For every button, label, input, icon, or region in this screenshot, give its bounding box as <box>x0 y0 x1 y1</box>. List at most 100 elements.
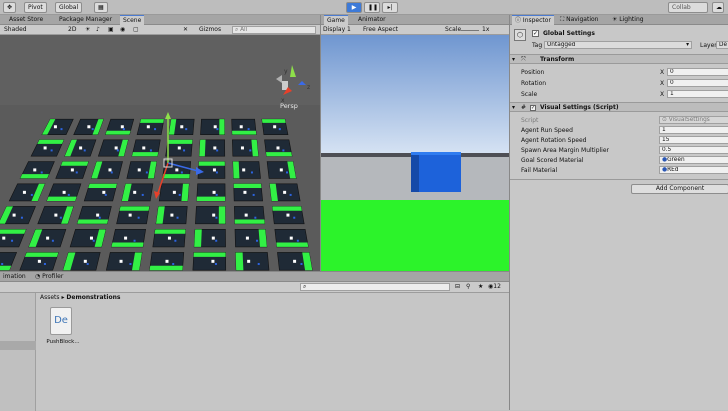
hand-tool-button[interactable]: ✥ <box>3 2 17 13</box>
tab-lighting[interactable]: ☀ Lighting <box>609 15 647 25</box>
pause-button[interactable]: ❚❚ <box>364 2 380 13</box>
training-area-tile[interactable] <box>111 229 147 248</box>
training-area-tile[interactable] <box>158 183 190 202</box>
display-dropdown[interactable]: Display 1 <box>323 25 351 35</box>
breadcrumb-demonstrations[interactable]: Demonstrations <box>66 294 120 301</box>
tab-navigation[interactable]: ⛶ Navigation <box>557 15 601 25</box>
training-area-tile[interactable] <box>234 229 268 248</box>
tools-icon[interactable]: ✕ <box>183 25 188 35</box>
tab-package-manager[interactable]: Package Manager <box>56 15 115 25</box>
step-button[interactable]: ▸| <box>382 2 398 13</box>
position-x-field[interactable]: 0 <box>667 68 728 76</box>
training-area-tile[interactable] <box>131 139 161 157</box>
tab-asset-store[interactable]: Asset Store <box>6 15 46 25</box>
training-area-tile[interactable] <box>231 118 257 135</box>
layer-dropdown[interactable]: De <box>716 41 728 49</box>
training-area-tile[interactable] <box>105 252 143 271</box>
training-area-tile[interactable] <box>69 229 107 248</box>
training-area-tile[interactable] <box>162 161 192 179</box>
training-area-tile[interactable] <box>90 161 123 179</box>
tab-animation[interactable]: imation <box>0 272 29 282</box>
transform-header[interactable]: ▾ ⤧ Transform <box>510 54 728 64</box>
favorite-icon[interactable]: ★ <box>478 282 483 292</box>
cloud-icon[interactable]: ☁ <box>712 2 724 13</box>
tab-animator[interactable]: Animator <box>355 15 389 25</box>
training-area-tile[interactable] <box>76 206 112 225</box>
training-area-tile[interactable] <box>232 139 259 157</box>
breadcrumb-assets[interactable]: Assets <box>40 294 60 301</box>
training-area-tile[interactable] <box>62 252 101 271</box>
training-area-tile[interactable] <box>198 139 226 157</box>
training-area-tile[interactable] <box>277 252 313 271</box>
training-area-tile[interactable] <box>192 252 227 271</box>
play-button[interactable]: ▶ <box>346 2 362 13</box>
training-area-tile[interactable] <box>149 252 185 271</box>
shading-dropdown[interactable]: Shaded <box>4 25 27 35</box>
tab-scene[interactable]: Scene <box>120 15 145 25</box>
training-area-tile[interactable] <box>269 183 301 202</box>
training-area-tile[interactable] <box>136 118 165 135</box>
training-area-tile[interactable] <box>126 161 157 179</box>
training-area-tile[interactable] <box>266 161 297 179</box>
training-area-tile[interactable] <box>19 252 59 271</box>
scale-slider[interactable] <box>461 30 479 31</box>
training-area-tile[interactable] <box>261 118 289 135</box>
tag-dropdown[interactable]: Untagged ▾ <box>544 41 692 49</box>
training-area-tile[interactable] <box>235 252 270 271</box>
tab-profiler[interactable]: ◔ Profiler <box>32 272 66 282</box>
project-search-input[interactable]: ⌕ <box>300 283 450 291</box>
project-folder-tree[interactable] <box>0 293 36 411</box>
training-area-tile[interactable] <box>121 183 154 202</box>
effects-icon[interactable]: ▣ <box>108 25 114 35</box>
training-area-tile[interactable] <box>274 229 309 248</box>
tab-inspector[interactable]: ⓘ Inspector <box>512 15 554 25</box>
training-area-tile[interactable] <box>196 183 226 202</box>
hidden-objects-icon[interactable]: ◉ <box>120 25 125 35</box>
training-area-tile[interactable] <box>83 183 118 202</box>
pivot-toggle[interactable]: Pivot <box>24 2 47 13</box>
fail-material-field[interactable]: ●REd <box>659 166 728 174</box>
tab-game[interactable]: Game <box>324 15 348 25</box>
training-area-tile[interactable] <box>155 206 188 225</box>
training-area-tile[interactable] <box>97 139 129 157</box>
visual-settings-header[interactable]: ▾ # ✓ Visual Settings (Script) <box>510 102 728 112</box>
2d-toggle[interactable]: 2D <box>68 25 76 35</box>
active-checkbox[interactable]: ✓ <box>532 30 539 37</box>
gizmos-dropdown[interactable]: Gizmos <box>199 25 221 35</box>
scene-search-input[interactable]: ⌕ All <box>232 26 316 34</box>
training-area-tile[interactable] <box>168 118 195 135</box>
training-area-tile[interactable] <box>28 229 67 248</box>
training-area-tile[interactable] <box>197 161 226 179</box>
filter-type-icon[interactable]: ⊟ <box>455 282 460 292</box>
training-area-tile[interactable] <box>165 139 193 157</box>
scene-viewport[interactable]: y z x Persp <box>0 35 320 271</box>
training-area-tile[interactable] <box>264 139 293 157</box>
selected-folder-row[interactable] <box>0 341 36 350</box>
rotation-x-field[interactable]: 0 <box>667 79 728 87</box>
filter-label-icon[interactable]: ⚲ <box>466 282 470 292</box>
grid-snap-button[interactable]: ▦ <box>94 2 108 13</box>
training-area-tile[interactable] <box>195 206 226 225</box>
scale-x-field[interactable]: 1 <box>667 90 728 98</box>
perspective-label[interactable]: Persp <box>280 102 298 110</box>
asset-item[interactable]: De PushBlock... <box>44 307 82 349</box>
aspect-dropdown[interactable]: Free Aspect <box>363 25 398 35</box>
run-speed-field[interactable]: 1 <box>659 126 728 134</box>
component-enabled-checkbox[interactable]: ✓ <box>530 105 536 111</box>
scene-camera-icon[interactable]: ▢ <box>133 25 139 35</box>
spawn-margin-field[interactable]: 0.5 <box>659 146 728 154</box>
collab-button[interactable]: Collab <box>668 2 708 13</box>
training-area-tile[interactable] <box>200 118 225 135</box>
global-toggle[interactable]: Global <box>55 2 83 13</box>
hidden-packages-icon[interactable]: ◉12 <box>488 282 501 292</box>
training-area-tile[interactable] <box>233 183 263 202</box>
game-viewport[interactable] <box>321 35 510 271</box>
goal-material-field[interactable]: ●Green <box>659 156 728 164</box>
training-area-tile[interactable] <box>234 206 266 225</box>
training-area-tile[interactable] <box>232 161 261 179</box>
object-name[interactable]: Global Settings <box>543 30 595 37</box>
add-component-button[interactable]: Add Component <box>631 184 728 194</box>
training-area-tile[interactable] <box>104 118 135 135</box>
training-area-tile[interactable] <box>271 206 305 225</box>
training-area-tile[interactable] <box>116 206 150 225</box>
